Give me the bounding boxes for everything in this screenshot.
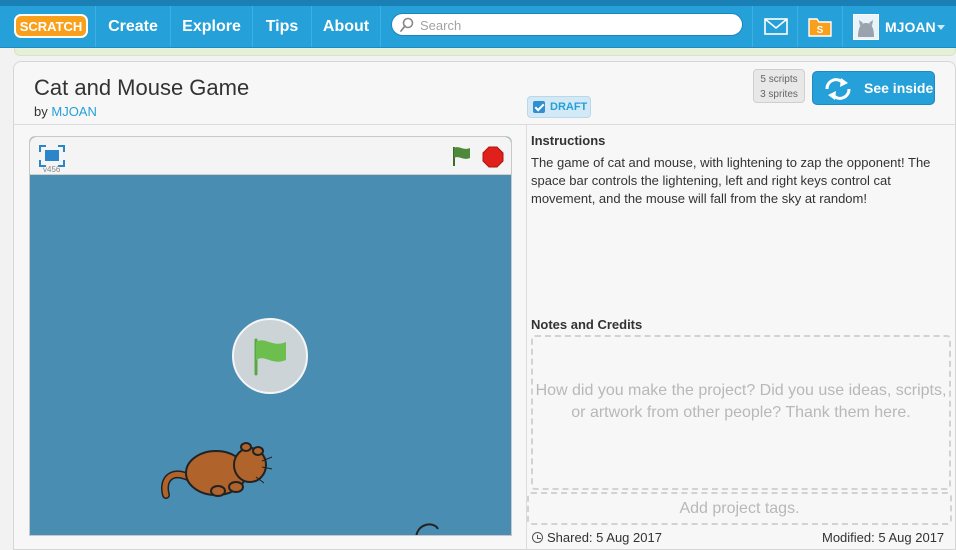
avatar [853,14,879,40]
logo-text: SCRATCH [20,19,83,34]
see-inside-button[interactable]: See inside [812,71,935,105]
project-player: v456 [29,136,512,536]
draft-label: DRAFT [550,101,588,113]
tags-field[interactable]: Add project tags. [527,492,952,525]
clock-icon [532,532,543,543]
my-stuff-folder-icon[interactable]: S [808,15,832,37]
nav-divider [752,6,753,47]
project-panel: Cat and Mouse Game by MJOAN DRAFT 5 scri… [13,61,956,550]
author-link[interactable]: MJOAN [51,104,97,119]
alert-strip [14,48,956,56]
svg-text:S: S [817,25,824,36]
nav-divider [797,6,798,47]
shared-date-text: Shared: 5 Aug 2017 [547,530,662,545]
scratch-logo[interactable]: SCRATCH [14,13,88,39]
column-divider [526,125,527,550]
sprites-count: 3 sprites [760,89,798,100]
stop-sign-icon[interactable] [482,146,504,168]
nav-about[interactable]: About [311,6,381,47]
start-flag-overlay[interactable] [232,318,308,394]
chevron-down-icon [937,25,945,30]
notes-heading: Notes and Credits [531,317,643,332]
green-flag-icon[interactable] [450,145,472,167]
byline: by MJOAN [34,104,97,119]
nav-tips[interactable]: Tips [252,6,311,47]
checkbox-icon [533,101,545,113]
notes-placeholder: How did you make the project? Did you us… [535,382,947,421]
shared-date: Shared: 5 Aug 2017 [532,530,662,545]
version-label: v456 [43,165,61,174]
instructions-text[interactable]: The game of cat and mouse, with lighteni… [531,154,951,208]
notes-field[interactable]: How did you make the project? Did you us… [531,335,951,490]
nav-divider [842,6,843,47]
username: MJOAN [885,19,936,35]
fullscreen-icon[interactable] [39,145,65,167]
search-box[interactable] [391,13,743,36]
search-icon [400,17,414,32]
search-input[interactable] [420,16,730,34]
see-inside-label: See inside [864,80,934,96]
green-flag-icon [254,338,286,376]
envelope-icon[interactable] [764,18,788,35]
scripts-count: 5 scripts [760,74,798,85]
nav-explore[interactable]: Explore [170,6,252,47]
cat-sprite [161,442,273,499]
remix-arrows-icon [825,78,851,100]
by-label: by [34,104,48,119]
player-controls: v456 [30,137,511,175]
mouse-sprite-partial [415,523,439,535]
top-nav: SCRATCH Create Explore Tips About S MJOA… [0,0,956,48]
draft-badge[interactable]: DRAFT [527,96,591,118]
instructions-heading: Instructions [531,133,606,148]
project-title[interactable]: Cat and Mouse Game [34,75,249,101]
modified-date: Modified: 5 Aug 2017 [822,530,945,545]
project-stats: 5 scripts 3 sprites [753,69,805,103]
nav-create[interactable]: Create [95,6,170,47]
header-divider [14,124,955,125]
stage-canvas[interactable] [30,176,511,535]
